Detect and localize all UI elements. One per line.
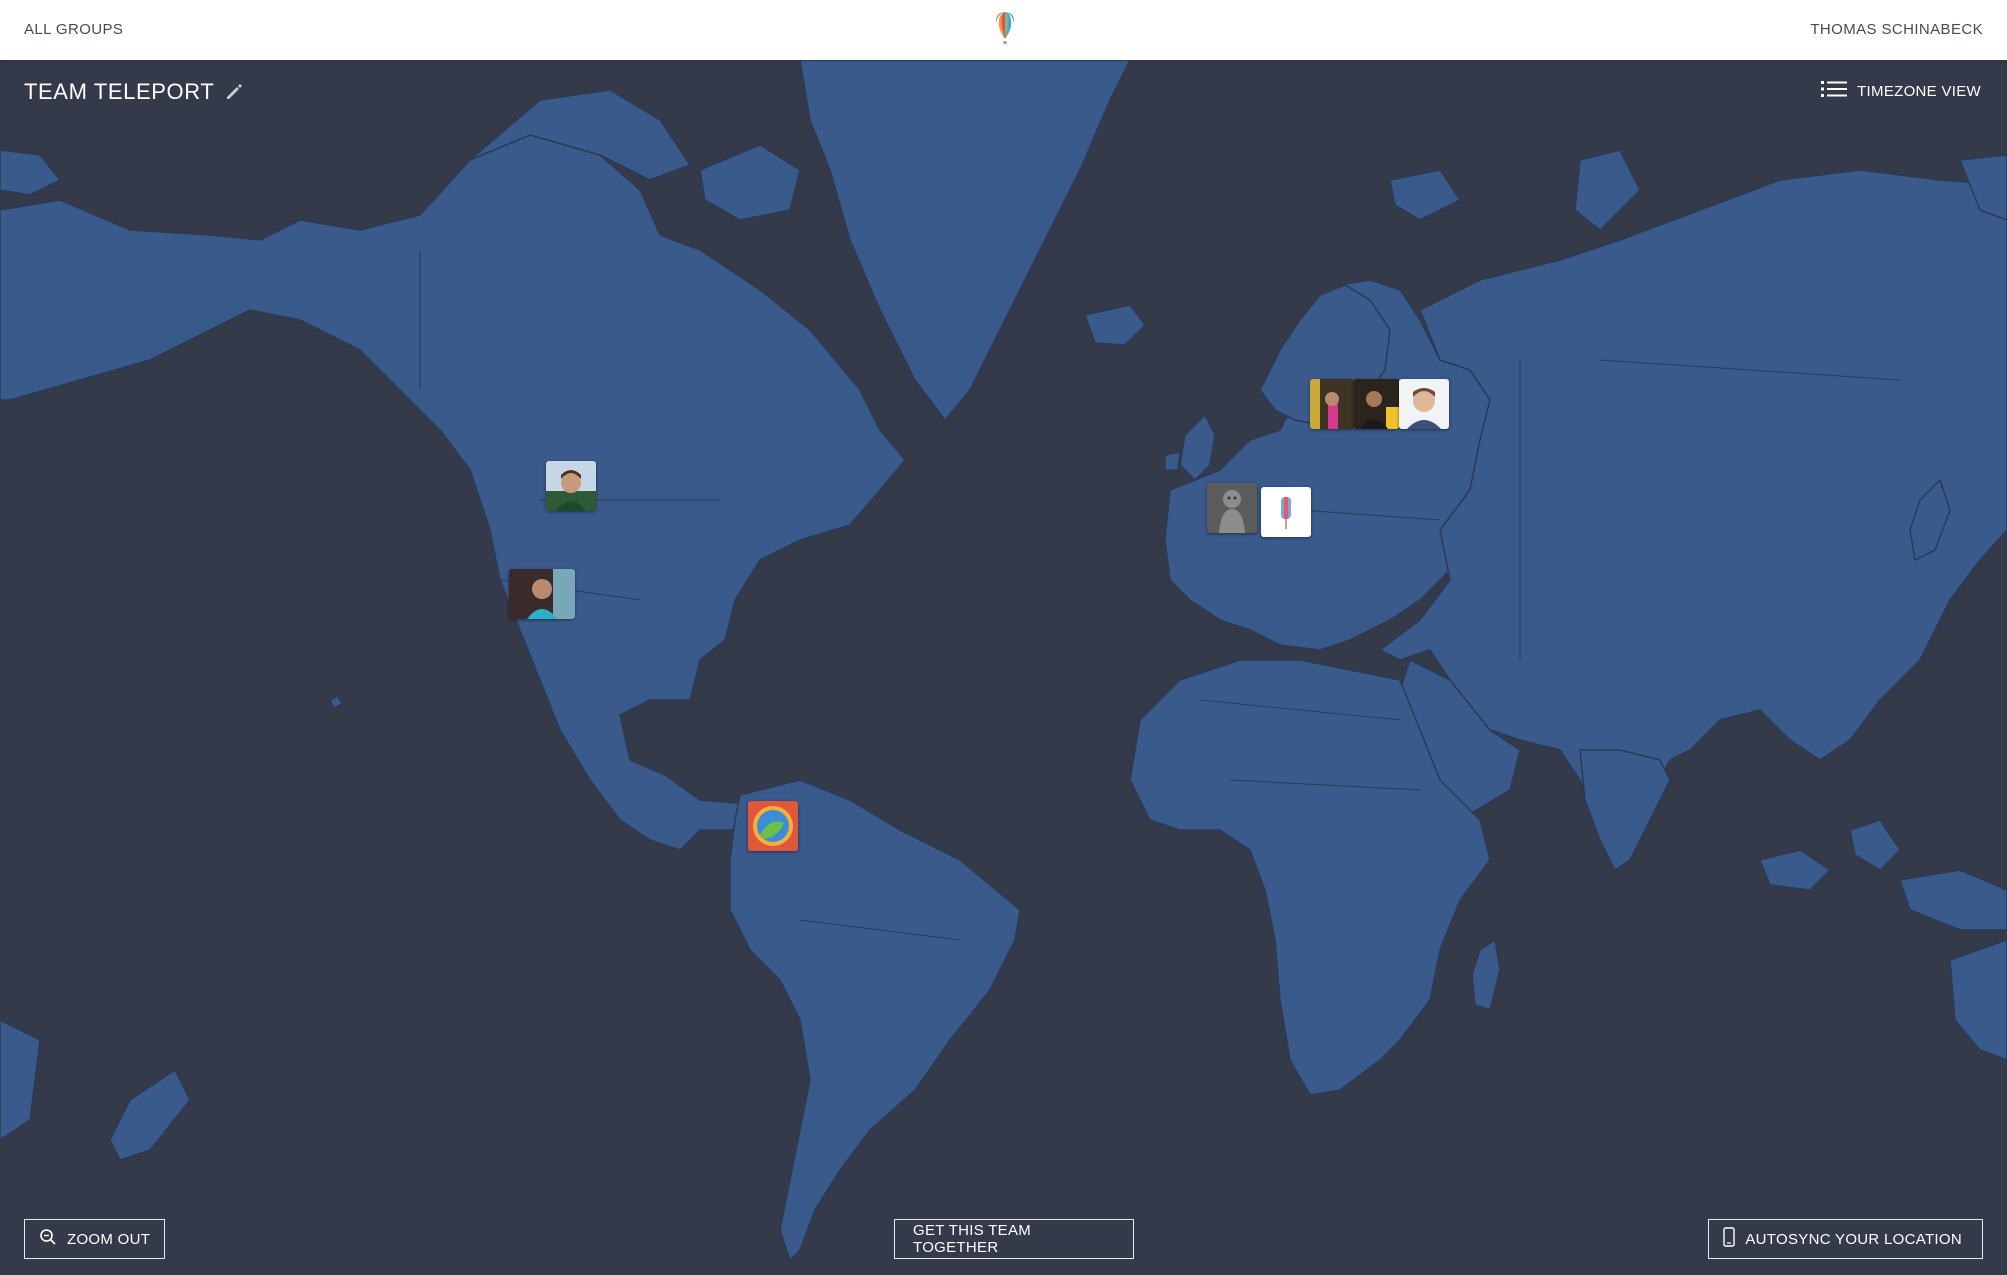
member-avatar[interactable] xyxy=(1354,379,1399,429)
member-avatar[interactable] xyxy=(1261,487,1311,537)
member-avatar[interactable] xyxy=(1207,483,1257,533)
user-name-link[interactable]: THOMAS SCHINABECK xyxy=(1810,21,1983,38)
app-root: ALL GROUPS THOMAS SCHINABECK TEAM TELEPO… xyxy=(0,0,2007,1275)
all-groups-link[interactable]: ALL GROUPS xyxy=(24,21,123,38)
group-name: TEAM TELEPORT xyxy=(24,79,215,104)
top-bar: ALL GROUPS THOMAS SCHINABECK xyxy=(0,0,2007,60)
zoom-out-button[interactable]: ZOOM OUT xyxy=(24,1219,166,1259)
member-avatar[interactable] xyxy=(546,461,596,511)
member-avatar[interactable] xyxy=(1310,379,1354,429)
member-avatar[interactable] xyxy=(509,569,575,619)
pencil-icon[interactable] xyxy=(224,82,244,102)
group-title: TEAM TELEPORT xyxy=(24,79,244,105)
autosync-location-button[interactable]: AUTOSYNC YOUR LOCATION xyxy=(1708,1219,1983,1259)
phone-icon xyxy=(1723,1227,1736,1251)
balloon-logo-icon[interactable] xyxy=(990,10,1020,50)
gather-team-label: GET THIS TEAM TOGETHER xyxy=(913,1222,1032,1256)
world-map[interactable] xyxy=(0,60,2007,1275)
member-avatar[interactable] xyxy=(748,801,798,851)
autosync-location-label: AUTOSYNC YOUR LOCATION xyxy=(1745,1230,1962,1248)
magnifier-icon xyxy=(39,1228,57,1250)
member-avatar[interactable] xyxy=(1399,379,1449,429)
timezone-view-label: TIMEZONE VIEW xyxy=(1857,82,1981,100)
gather-team-button[interactable]: GET THIS TEAM TOGETHER xyxy=(894,1219,1134,1259)
zoom-out-label: ZOOM OUT xyxy=(67,1230,151,1248)
list-icon xyxy=(1821,80,1848,102)
timezone-view-button[interactable]: TIMEZONE VIEW xyxy=(1821,80,1981,102)
